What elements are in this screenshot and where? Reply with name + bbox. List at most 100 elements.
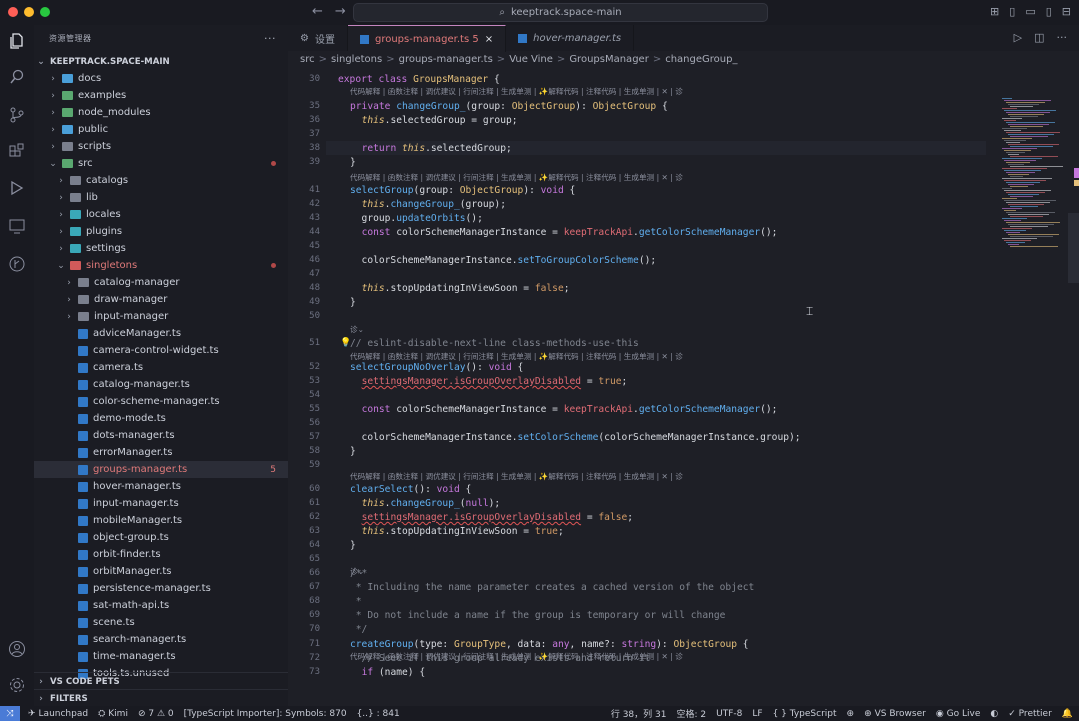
breadcrumb-item[interactable]: groups-manager.ts (399, 54, 493, 65)
codelens-hints[interactable]: 代码解释 | 函数注释 | 调优建议 | 行间注释 | 生成单测 | ✨解释代码… (350, 471, 683, 482)
folder-item[interactable]: › catalog-manager (34, 274, 288, 291)
copilot-status[interactable]: ◐ (990, 709, 998, 719)
more-icon[interactable]: ··· (1057, 31, 1068, 44)
file-item[interactable]: errorManager.ts (34, 444, 288, 461)
folder-item[interactable]: ⌄ singletons (34, 257, 288, 274)
file-item[interactable]: catalog-manager.ts (34, 376, 288, 393)
toggle-secondary-sidebar-icon[interactable]: ▯ (1046, 5, 1052, 18)
prettier-item[interactable]: ✓ Prettier (1008, 709, 1052, 719)
run-icon[interactable]: ▷ (1014, 31, 1022, 44)
breadcrumb-item[interactable]: singletons (331, 54, 382, 65)
command-center-search[interactable]: ⌕ keeptrack.space-main (353, 3, 768, 22)
folder-item[interactable]: ⌄ src (34, 155, 288, 172)
tab-label: hover-manager.ts (533, 32, 622, 44)
tab-settings[interactable]: ⚙ 设置 (288, 25, 348, 51)
file-item[interactable]: input-manager.ts (34, 495, 288, 512)
search-view-icon[interactable] (6, 66, 28, 88)
folder-item[interactable]: › locales (34, 206, 288, 223)
breadcrumb-item[interactable]: changeGroup_ (665, 54, 737, 65)
file-item[interactable]: persistence-manager.ts (34, 580, 288, 597)
encoding[interactable]: UTF-8 (716, 709, 742, 719)
file-item[interactable]: adviceManager.ts (34, 325, 288, 342)
section-vscode-pets[interactable]: › VS CODE PETS (34, 672, 288, 690)
forward-arrow-icon[interactable]: → (335, 4, 346, 19)
minimize-window-button[interactable] (24, 7, 34, 17)
file-item[interactable]: orbit-finder.ts (34, 546, 288, 563)
kimi-item[interactable]: ⛭ Kimi (98, 709, 128, 719)
folder-item[interactable]: › settings (34, 240, 288, 257)
file-item[interactable]: demo-mode.ts (34, 410, 288, 427)
notifications-item[interactable]: 🔔 (1062, 709, 1073, 719)
feedback-item[interactable]: ⊕ (847, 709, 855, 719)
folder-item[interactable]: › draw-manager (34, 291, 288, 308)
file-item[interactable]: time-manager.ts (34, 648, 288, 665)
codelens-hints[interactable]: 代码解释 | 函数注释 | 调优建议 | 行间注释 | 生成单测 | ✨解释代码… (350, 651, 683, 662)
file-item[interactable]: orbitManager.ts (34, 563, 288, 580)
folder-item[interactable]: › examples (34, 87, 288, 104)
run-debug-icon[interactable] (6, 177, 28, 199)
breadcrumb-item[interactable]: GroupsManager (569, 54, 649, 65)
more-actions-icon[interactable]: ··· (264, 32, 276, 45)
launchpad-item[interactable]: ✈ Launchpad (28, 709, 88, 719)
file-item[interactable]: camera-control-widget.ts (34, 342, 288, 359)
customize-layout-icon[interactable]: ⊟ (1062, 5, 1071, 18)
zoom-window-button[interactable] (40, 7, 50, 17)
file-item[interactable]: color-scheme-manager.ts (34, 393, 288, 410)
split-editor-icon[interactable]: ◫ (1034, 31, 1044, 44)
back-arrow-icon[interactable]: ← (312, 4, 323, 19)
language-mode[interactable]: { } TypeScript (773, 709, 837, 719)
section-filters[interactable]: › FILTERS (34, 689, 288, 706)
extensions-icon[interactable] (6, 141, 28, 163)
file-item[interactable]: dots-manager.ts (34, 427, 288, 444)
account-icon[interactable] (6, 638, 28, 660)
source-control-icon[interactable] (6, 104, 28, 126)
file-item[interactable]: object-group.ts (34, 529, 288, 546)
folder-item[interactable]: › public (34, 121, 288, 138)
codelens-hints[interactable]: 代码解释 | 函数注释 | 调优建议 | 行间注释 | 生成单测 | ✨解释代码… (350, 172, 683, 183)
folder-item[interactable]: › node_modules (34, 104, 288, 121)
codelens-hints[interactable]: 代码解释 | 函数注释 | 调优建议 | 行间注释 | 生成单测 | ✨解释代码… (350, 351, 683, 362)
folder-item[interactable]: › lib (34, 189, 288, 206)
explorer-icon[interactable] (6, 30, 28, 52)
selection-item[interactable]: {..} : 841 (357, 709, 400, 719)
codelens-hints[interactable]: 诊⌄ (350, 566, 364, 577)
file-item[interactable]: hover-manager.ts (34, 478, 288, 495)
codelens-hints[interactable]: 诊⌄ (350, 324, 364, 335)
file-item[interactable]: sat-math-api.ts (34, 597, 288, 614)
folder-item[interactable]: › plugins (34, 223, 288, 240)
close-window-button[interactable] (8, 7, 18, 17)
minimap[interactable] (998, 68, 1079, 706)
close-tab-icon[interactable]: × (485, 34, 493, 45)
ts-importer-item[interactable]: [TypeScript Importer]: Symbols: 870 (184, 709, 347, 719)
codelens-hints[interactable]: 代码解释 | 函数注释 | 调优建议 | 行间注释 | 生成单测 | ✨解释代码… (350, 86, 683, 97)
file-item[interactable]: mobileManager.ts (34, 512, 288, 529)
remote-explorer-icon[interactable] (6, 215, 28, 237)
git-graph-icon[interactable] (6, 253, 28, 275)
problems-item[interactable]: ⊘ 7 ⚠ 0 (138, 709, 174, 719)
folder-item[interactable]: › docs (34, 70, 288, 87)
go-live-item[interactable]: ◉ Go Live (936, 709, 981, 719)
remote-indicator-icon[interactable]: ⤨ (0, 706, 20, 721)
vs-browser-item[interactable]: ⊕ VS Browser (864, 709, 926, 719)
file-item[interactable]: groups-manager.ts 5 (34, 461, 288, 478)
workspace-root[interactable]: ⌄ KEEPTRACK.SPACE-MAIN (34, 53, 288, 70)
file-item[interactable]: scene.ts (34, 614, 288, 631)
tab-groups-manager[interactable]: groups-manager.ts 5 × (347, 25, 507, 52)
file-item[interactable]: camera.ts (34, 359, 288, 376)
settings-gear-icon[interactable] (6, 674, 28, 696)
copilot-icon[interactable]: ⊞ (990, 5, 999, 18)
toggle-sidebar-icon[interactable]: ▯ (1009, 5, 1015, 18)
lightbulb-icon[interactable]: 💡 (340, 338, 351, 348)
code-editor[interactable]: 30 export class GroupsManager {35 private … (288, 68, 988, 706)
breadcrumb-item[interactable]: src (300, 54, 315, 65)
indentation[interactable]: 空格: 2 (676, 707, 706, 720)
tab-hover-manager[interactable]: hover-manager.ts (506, 25, 635, 51)
breadcrumb-item[interactable]: Vue Vine (509, 54, 553, 65)
cursor-position[interactable]: 行 38，列 31 (611, 707, 667, 720)
folder-item[interactable]: › input-manager (34, 308, 288, 325)
folder-item[interactable]: › scripts (34, 138, 288, 155)
eol[interactable]: LF (752, 709, 762, 719)
folder-item[interactable]: › catalogs (34, 172, 288, 189)
file-item[interactable]: search-manager.ts (34, 631, 288, 648)
toggle-panel-icon[interactable]: ▭ (1025, 5, 1035, 18)
